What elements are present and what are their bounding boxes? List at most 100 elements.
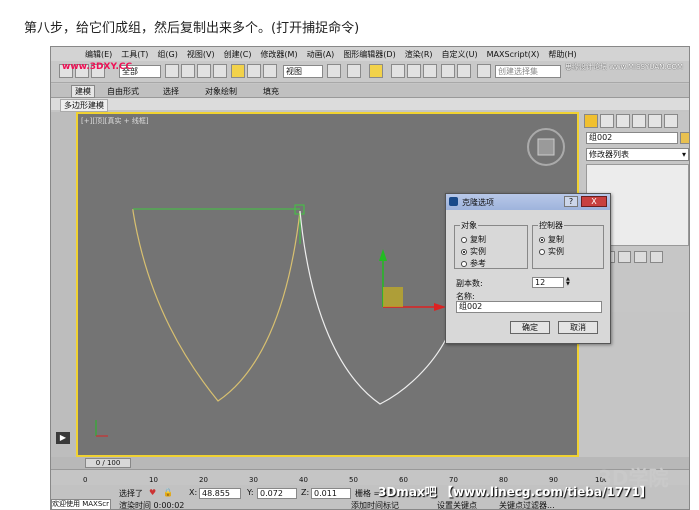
object-color-swatch[interactable] [680, 132, 689, 144]
tab-populate[interactable]: 填充 [263, 86, 279, 97]
pivot-center-icon[interactable] [327, 64, 341, 78]
x-coordinate-label: X: [189, 488, 198, 497]
menu-tools[interactable]: 工具(T) [121, 49, 148, 60]
time-slider[interactable]: 0 / 100 [85, 458, 131, 468]
maxscript-listener-mini[interactable]: 欢迎使用 MAXScr [51, 499, 111, 509]
add-time-tag-button[interactable]: 添加时间标记 [351, 500, 399, 509]
ok-button[interactable]: 确定 [510, 321, 550, 334]
controller-group-label: 控制器 [538, 220, 564, 231]
window-crossing-icon[interactable] [213, 64, 227, 78]
tick-label: 10 [149, 476, 158, 484]
close-button[interactable]: X [581, 196, 607, 207]
tab-object-paint[interactable]: 对象绘制 [205, 86, 237, 97]
radio-label: 参考 [470, 259, 486, 268]
rectangle-selection-icon[interactable] [197, 64, 211, 78]
menu-help[interactable]: 帮助(H) [548, 49, 576, 60]
rotate-icon[interactable] [247, 64, 261, 78]
cancel-button[interactable]: 取消 [558, 321, 598, 334]
menu-graph-editors[interactable]: 图形编辑器(D) [343, 49, 395, 60]
edit-named-selection-icon[interactable] [477, 64, 491, 78]
lock-selection-icon[interactable]: ♥ [149, 488, 156, 497]
object-copy-radio[interactable]: 复制 [461, 234, 486, 245]
modifier-list-dropdown[interactable]: 修改器列表 ▾ [586, 148, 689, 161]
menu-rendering[interactable]: 渲染(R) [405, 49, 433, 60]
clone-name-field[interactable]: 组002 [456, 301, 602, 313]
radio-indicator [539, 236, 545, 243]
y-coordinate-field[interactable]: 0.072 [257, 488, 297, 499]
tab-selection[interactable]: 选择 [163, 86, 179, 97]
menu-customize[interactable]: 自定义(U) [442, 49, 478, 60]
lock-icon[interactable]: 🔒 [163, 488, 173, 497]
create-panel-icon[interactable] [584, 114, 598, 128]
scale-icon[interactable] [263, 64, 277, 78]
remove-modifier-icon[interactable] [634, 251, 647, 263]
ribbon-subtab: 多边形建模 [51, 98, 689, 112]
modifier-list-label: 修改器列表 [589, 150, 629, 159]
object-instance-radio[interactable]: 实例 [461, 246, 486, 257]
align-icon[interactable] [457, 64, 471, 78]
named-selection-set-input[interactable]: 创建选择集 [495, 65, 561, 78]
chevron-down-icon: ▾ [681, 150, 686, 159]
tab-modeling[interactable]: 建模 [71, 85, 95, 98]
menu-maxscript[interactable]: MAXScript(X) [487, 50, 540, 59]
percent-snap-icon[interactable] [407, 64, 421, 78]
display-panel-icon[interactable] [648, 114, 662, 128]
tick-label: 50 [349, 476, 358, 484]
z-coordinate-field[interactable]: 0.011 [311, 488, 351, 499]
select-by-name-icon[interactable] [181, 64, 195, 78]
help-button[interactable]: ? [564, 196, 578, 207]
radio-label: 复制 [548, 235, 564, 244]
mirror-icon[interactable] [441, 64, 455, 78]
hierarchy-panel-icon[interactable] [616, 114, 630, 128]
clone-options-dialog: 克隆选项 ? X 对象 复制 实例 参考 控制器 复制 实例 副本数: 12 ▲… [445, 193, 611, 344]
tick-label: 20 [199, 476, 208, 484]
key-filters-button[interactable]: 关键点过滤器... [499, 500, 555, 509]
spinner-arrows-icon[interactable]: ▲ ▼ [566, 277, 572, 288]
controller-instance-radio[interactable]: 实例 [539, 246, 564, 257]
utilities-panel-icon[interactable] [664, 114, 678, 128]
controller-copy-radio[interactable]: 复制 [539, 234, 564, 245]
snap-toggle-icon[interactable] [369, 64, 383, 78]
play-icon[interactable]: ▶ [56, 432, 70, 444]
y-coordinate-label: Y: [247, 488, 254, 497]
menu-animation[interactable]: 动画(A) [307, 49, 335, 60]
configure-sets-icon[interactable] [650, 251, 663, 263]
select-manipulate-icon[interactable] [347, 64, 361, 78]
move-icon[interactable] [231, 64, 245, 78]
dialog-titlebar[interactable]: 克隆选项 ? X [446, 194, 610, 210]
bottom-watermark: 3Dmax吧 【www.linecg.com/tieba/1771】 [378, 485, 652, 499]
radio-indicator [461, 248, 467, 255]
menu-modifiers[interactable]: 修改器(M) [260, 49, 297, 60]
menu-group[interactable]: 组(G) [157, 49, 177, 60]
make-unique-icon[interactable] [618, 251, 631, 263]
render-time-label: 渲染时间 0:00:02 [119, 501, 185, 510]
spinner-snap-icon[interactable] [423, 64, 437, 78]
radio-indicator [461, 260, 467, 267]
x-coordinate-field[interactable]: 48.855 [199, 488, 241, 499]
object-name-field[interactable]: 组002 [586, 132, 678, 144]
radio-label: 复制 [470, 235, 486, 244]
tab-freeform[interactable]: 自由形式 [107, 86, 139, 97]
menu-views[interactable]: 视图(V) [187, 49, 215, 60]
angle-snap-icon[interactable] [391, 64, 405, 78]
modify-panel-icon[interactable] [600, 114, 614, 128]
viewcube-icon [527, 128, 565, 166]
menu-create[interactable]: 创建(C) [224, 49, 252, 60]
tick-label: 0 [83, 476, 88, 484]
reference-coordinate-dropdown[interactable]: 视图 [283, 65, 323, 78]
controller-group: 控制器 复制 实例 [532, 220, 604, 269]
object-group-label: 对象 [460, 220, 478, 231]
tab-polygon-modeling[interactable]: 多边形建模 [60, 99, 108, 112]
motion-panel-icon[interactable] [632, 114, 646, 128]
viewport-left-strip: ▶ [51, 112, 76, 457]
object-group: 对象 复制 实例 参考 [454, 220, 528, 269]
menu-edit[interactable]: 编辑(E) [85, 49, 112, 60]
object-reference-radio[interactable]: 参考 [461, 258, 486, 269]
site-logo-watermark: www.3DXY.CC [62, 62, 133, 72]
tick-label: 30 [249, 476, 258, 484]
radio-indicator [461, 236, 467, 243]
ribbon-tabs: 建模 自由形式 选择 对象绘制 填充 [51, 84, 689, 98]
set-key-button[interactable]: 设置关键点 [437, 500, 477, 509]
copies-spinner[interactable]: 12 [532, 277, 564, 288]
select-object-icon[interactable] [165, 64, 179, 78]
